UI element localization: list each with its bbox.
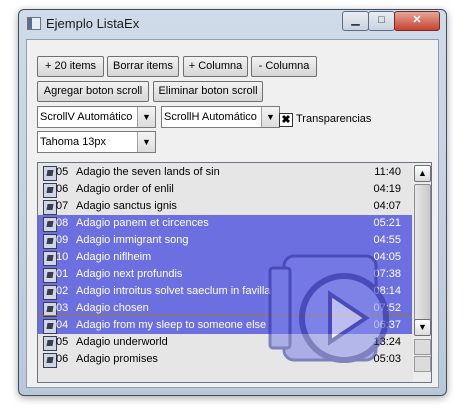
title-bar[interactable]: Ejemplo ListaEx ▁ □ ✕ — [19, 10, 446, 36]
music-note-icon — [43, 268, 57, 283]
music-note-icon — [43, 217, 57, 232]
list-item[interactable]: 07 Adagio sanctus ignis 04:07 — [38, 198, 412, 215]
track-name: Adagio sanctus ignis — [76, 200, 177, 212]
music-note-icon — [43, 319, 57, 334]
track-number: 01 — [56, 268, 69, 280]
track-name: Adagio panem et circences — [76, 217, 209, 229]
track-number: 05 — [56, 336, 69, 348]
chevron-down-icon: ▼ — [137, 132, 155, 152]
track-number: 02 — [56, 285, 69, 297]
track-name: Adagio introitus solvet saeclum in favil… — [76, 285, 271, 297]
music-note-icon — [43, 251, 57, 266]
song-list[interactable]: 05 Adagio the seven lands of sin 11:40 06 Ad… — [37, 162, 432, 383]
minimize-icon: ▁ — [351, 14, 360, 26]
chevron-down-icon: ▼ — [418, 322, 427, 332]
track-number: 06 — [56, 353, 69, 365]
add-items-button[interactable]: + 20 items — [37, 56, 104, 77]
close-icon: ✕ — [412, 14, 422, 26]
font-value: Tahoma 13px — [40, 136, 107, 148]
play-icon — [268, 254, 389, 363]
add-scroll-button[interactable]: Agregar boton scroll — [37, 81, 149, 102]
music-note-icon — [43, 336, 57, 351]
scrollv-value: ScrollV Automático — [40, 111, 133, 123]
scroll-thumb[interactable] — [414, 184, 431, 321]
transparencias-checkbox[interactable]: ✖ — [279, 113, 293, 127]
music-note-icon — [43, 166, 57, 181]
track-number: 06 — [56, 183, 69, 195]
track-duration: 04:19 — [373, 183, 401, 195]
track-number: 07 — [56, 200, 69, 212]
track-name: Adagio promises — [76, 353, 158, 365]
transparencias-label: Transparencias — [296, 113, 372, 125]
minimize-button[interactable]: ▁ — [342, 11, 369, 31]
chevron-down-icon: ▼ — [261, 107, 279, 127]
remove-column-button[interactable]: - Columna — [251, 56, 317, 77]
track-number: 09 — [56, 234, 69, 246]
track-number: 04 — [56, 319, 69, 331]
list-item[interactable]: 06 Adagio order of enlil 04:19 — [38, 181, 412, 198]
track-number: 08 — [56, 217, 69, 229]
clear-items-button[interactable]: Borrar items — [107, 56, 179, 77]
track-duration: 11:40 — [374, 166, 401, 178]
music-note-icon — [43, 200, 57, 215]
track-name: Adagio niflheim — [76, 251, 152, 263]
music-note-icon — [43, 183, 57, 198]
client-area: + 20 items Borrar items + Columna - Colu… — [26, 39, 439, 388]
chevron-down-icon: ▼ — [137, 107, 155, 127]
track-duration: 04:55 — [373, 234, 401, 246]
music-note-icon — [43, 285, 57, 300]
close-button[interactable]: ✕ — [394, 11, 440, 31]
app-window-icon — [27, 17, 41, 30]
track-name: Adagio underworld — [76, 336, 168, 348]
track-name: Adagio next profundis — [76, 268, 183, 280]
track-name: Adagio order of enlil — [76, 183, 174, 195]
vertical-scrollbar[interactable]: ▲ ▼ — [413, 163, 431, 382]
music-note-icon — [43, 234, 57, 249]
main-window: Ejemplo ListaEx ▁ □ ✕ + 20 items Borrar … — [18, 9, 447, 396]
list-item[interactable]: 05 Adagio the seven lands of sin 11:40 — [38, 164, 412, 181]
scroll-extra-button[interactable] — [414, 339, 431, 355]
scroll-extra-button[interactable] — [414, 356, 431, 372]
maximize-icon: □ — [378, 14, 385, 26]
scroll-down-button[interactable]: ▼ — [414, 319, 431, 336]
scroll-up-button[interactable]: ▲ — [414, 165, 431, 182]
list-item[interactable]: 08 Adagio panem et circences 05:21 — [38, 215, 412, 232]
scrollh-select[interactable]: ScrollH Automático ▼ — [161, 106, 280, 128]
track-duration: 04:07 — [373, 200, 401, 212]
window-title: Ejemplo ListaEx — [46, 16, 140, 31]
add-column-button[interactable]: + Columna — [183, 56, 248, 77]
track-name: Adagio from my sleep to someone else — [76, 319, 267, 331]
music-note-icon — [43, 353, 57, 368]
chevron-up-icon: ▲ — [418, 168, 427, 178]
track-name: Adagio the seven lands of sin — [76, 166, 220, 178]
track-name: Adagio immigrant song — [76, 234, 189, 246]
font-select[interactable]: Tahoma 13px ▼ — [37, 131, 156, 153]
track-duration: 05:21 — [373, 217, 401, 229]
scrollh-value: ScrollH Automático — [164, 111, 257, 123]
track-number: 05 — [56, 166, 69, 178]
remove-scroll-button[interactable]: Eliminar boton scroll — [153, 81, 263, 102]
list-item[interactable]: 09 Adagio immigrant song 04:55 — [38, 232, 412, 249]
maximize-button[interactable]: □ — [368, 11, 395, 31]
scrollv-select[interactable]: ScrollV Automático ▼ — [37, 106, 156, 128]
track-number: 10 — [56, 251, 69, 263]
